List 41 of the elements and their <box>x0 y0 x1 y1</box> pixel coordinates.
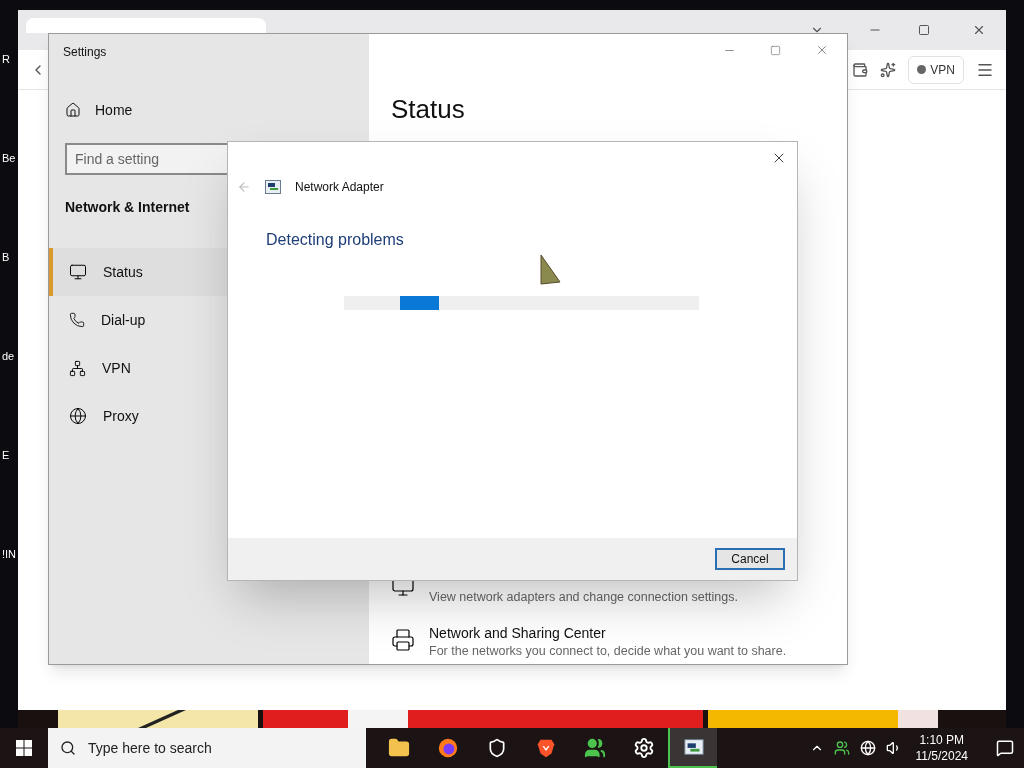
vpn-button[interactable]: VPN <box>908 55 964 84</box>
wallet-icon[interactable] <box>852 61 869 78</box>
notification-icon[interactable] <box>996 739 1014 757</box>
desktop-icon-label[interactable]: de <box>0 347 15 366</box>
window-title: Settings <box>63 44 108 61</box>
dialog-heading: Detecting problems <box>266 230 405 250</box>
settings-icon <box>632 737 655 759</box>
desktop-icon-label[interactable]: B <box>0 248 10 267</box>
folder-icon <box>387 737 410 759</box>
people-icon[interactable] <box>833 740 850 756</box>
desktop-icon-label[interactable]: E <box>0 446 10 465</box>
home-icon <box>65 102 81 118</box>
settings-link[interactable]: Network and Sharing Center <box>429 624 787 642</box>
close-icon[interactable] <box>972 23 986 37</box>
section-heading: Network & Internet <box>65 198 191 217</box>
search-icon <box>60 740 76 756</box>
taskbar-app[interactable] <box>668 728 717 768</box>
globe-icon[interactable] <box>859 740 876 756</box>
printer-icon <box>391 628 415 652</box>
desktop-icon-label[interactable]: !IN <box>0 545 17 564</box>
clock[interactable]: 1:10 PM 11/5/2024 <box>911 732 972 764</box>
cursor-icon <box>538 254 562 288</box>
adapter-icon <box>682 736 705 758</box>
network-icon <box>69 359 86 377</box>
desktop-icon-label[interactable]: R <box>0 50 10 69</box>
phone-icon <box>69 312 85 328</box>
people-icon <box>583 737 606 759</box>
fox-globe-icon <box>436 737 459 759</box>
sparkle-icon[interactable] <box>880 61 897 78</box>
home-nav-item[interactable]: Home <box>65 99 369 121</box>
monitor-icon <box>69 263 87 281</box>
page-heading: Status <box>391 93 466 126</box>
adapter-icon <box>265 180 281 194</box>
maximize-icon[interactable] <box>918 24 930 36</box>
dialog-title: Network Adapter <box>295 179 384 196</box>
globe-icon <box>69 407 87 425</box>
desktop-icon-label[interactable]: Be <box>0 149 16 168</box>
link-description: View network adapters and change connection settings. <box>429 589 738 606</box>
link-description: For the networks you connect to, decide what you want to share. <box>429 643 787 660</box>
windows-icon[interactable] <box>16 740 32 756</box>
cancel-button[interactable]: Cancel <box>715 548 785 570</box>
